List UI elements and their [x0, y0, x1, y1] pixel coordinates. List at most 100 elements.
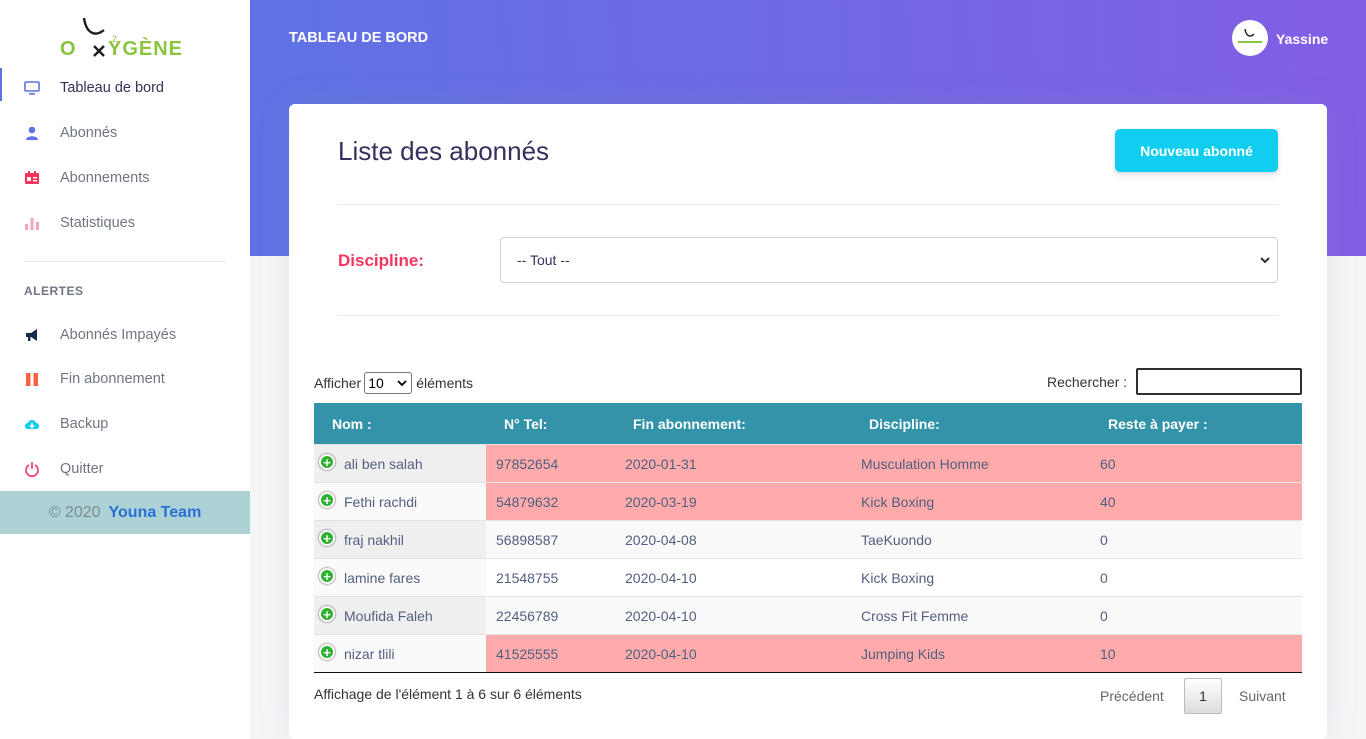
cell-tel: 22456789 — [496, 608, 559, 624]
expand-row-icon[interactable]: + — [319, 454, 335, 470]
next-page-button[interactable]: Suivant — [1239, 688, 1286, 704]
expand-row-icon[interactable]: + — [319, 606, 335, 622]
avatar-logo-icon — [1238, 28, 1262, 43]
sidebar-item-quitter[interactable]: Quitter — [0, 446, 250, 491]
sidebar-item-label: Abonnements — [60, 169, 150, 186]
cell-nom: nizar tlili — [344, 646, 395, 662]
chevron-down-icon — [397, 380, 407, 387]
monitor-icon — [24, 80, 40, 96]
team-link[interactable]: Youna Team — [109, 504, 202, 522]
sidebar-item-fin-abonnement[interactable]: Fin abonnement — [0, 356, 250, 401]
cell-fin: 2020-04-10 — [625, 608, 697, 624]
column-header-reste[interactable]: Reste à payer : — [1108, 416, 1208, 432]
sidebar-divider — [24, 261, 226, 262]
cell-tel: 97852654 — [496, 456, 559, 472]
column-header-fin[interactable]: Fin abonnement: — [633, 416, 746, 432]
column-header-nom[interactable]: Nom : — [332, 416, 372, 432]
cell-fin: 2020-04-08 — [625, 532, 697, 548]
table-row[interactable]: + Moufida Faleh 22456789 2020-04-10 Cross Fi… — [314, 596, 1302, 634]
new-subscriber-button[interactable]: Nouveau abonné — [1115, 129, 1278, 172]
show-suffix: éléments — [416, 375, 474, 391]
table-row[interactable]: + nizar tlili 41525555 2020-04-10 Jumping Ki… — [314, 634, 1302, 672]
search-input[interactable] — [1136, 368, 1302, 395]
cell-fin: 2020-03-19 — [625, 494, 697, 510]
copyright-text: © 2020 — [48, 503, 101, 521]
card-divider — [338, 204, 1278, 205]
subscribers-card: Liste des abonnés Nouveau abonné Discipl… — [289, 104, 1327, 739]
cell-discipline: Jumping Kids — [861, 646, 946, 662]
cell-tel: 54879632 — [496, 494, 559, 510]
page-length-select[interactable]: 10 — [364, 372, 413, 394]
id-card-icon — [24, 170, 40, 186]
page-title[interactable]: TABLEAU DE BORD — [289, 30, 428, 46]
sidebar-item-label: Fin abonnement — [60, 370, 165, 387]
subscribers-table: Nom : N° Tel: Fin abonnement: Discipline… — [314, 403, 1302, 673]
cell-discipline: Musculation Homme — [861, 456, 989, 472]
sidebar-item-tableau-de-bord[interactable]: Tableau de bord — [0, 65, 250, 110]
sidebar-item-abonnes-impayes[interactable]: Abonnés Impayés — [0, 312, 250, 357]
previous-page-button[interactable]: Précédent — [1100, 688, 1164, 704]
table-info: Affichage de l'élément 1 à 6 sur 6 éléme… — [314, 686, 582, 702]
page-length-value: 10 — [368, 375, 384, 391]
table-row[interactable]: + lamine fares 21548755 2020-04-10 Kick Boxi… — [314, 558, 1302, 596]
logo-graphic: O 2 YGÈNE — [60, 17, 183, 60]
sidebar: O 2 YGÈNE Tableau de bord Abonnés Abonne… — [0, 0, 250, 739]
table-row[interactable]: + ali ben salah 97852654 2020-01-31 Musculat… — [314, 444, 1302, 482]
avatar[interactable] — [1232, 20, 1268, 56]
cell-reste: 0 — [1100, 608, 1108, 624]
discipline-select-value: -- Tout -- — [517, 252, 570, 268]
show-prefix: Afficher — [314, 375, 362, 391]
cell-discipline: Kick Boxing — [861, 570, 935, 586]
cell-discipline: Kick Boxing — [861, 494, 935, 510]
megaphone-icon — [24, 327, 40, 343]
card-divider — [338, 315, 1278, 316]
discipline-select[interactable]: -- Tout -- — [500, 237, 1278, 283]
user-icon — [24, 125, 40, 141]
cell-reste: 0 — [1100, 570, 1108, 586]
column-header-discipline[interactable]: Discipline: — [869, 416, 940, 432]
column-header-tel[interactable]: N° Tel: — [504, 416, 547, 432]
cell-nom: Moufida Faleh — [344, 608, 433, 624]
expand-row-icon[interactable]: + — [319, 644, 335, 660]
cell-nom: Fethi rachdi — [344, 494, 418, 510]
sidebar-item-backup[interactable]: Backup — [0, 401, 250, 446]
expand-row-icon[interactable]: + — [319, 568, 335, 584]
table-header: Nom : N° Tel: Fin abonnement: Discipline… — [314, 403, 1302, 444]
cell-reste: 60 — [1100, 456, 1116, 472]
sidebar-item-label: Quitter — [60, 460, 104, 477]
table-row[interactable]: + fraj nakhil 56898587 2020-04-08 TaeKuondo 0 — [314, 520, 1302, 558]
expand-row-icon[interactable]: + — [319, 530, 335, 546]
cloud-download-icon — [24, 416, 40, 432]
sidebar-item-abonnements[interactable]: Abonnements — [0, 155, 250, 200]
page-1-button[interactable]: 1 — [1184, 678, 1222, 714]
sidebar-item-label: Statistiques — [60, 214, 135, 231]
alerts-heading: ALERTES — [24, 284, 84, 298]
cell-fin: 2020-01-31 — [625, 456, 697, 472]
user-name[interactable]: Yassine — [1276, 31, 1328, 47]
table-row[interactable]: + Fethi rachdi 54879632 2020-03-19 Kick Boxi… — [314, 482, 1302, 520]
cell-nom: fraj nakhil — [344, 532, 404, 548]
expand-row-icon[interactable]: + — [319, 492, 335, 508]
svg-text:YGÈNE: YGÈNE — [108, 37, 183, 58]
cell-reste: 0 — [1100, 532, 1108, 548]
cell-fin: 2020-04-10 — [625, 570, 697, 586]
cell-tel: 56898587 — [496, 532, 559, 548]
bar-chart-icon — [24, 215, 40, 231]
cell-tel: 21548755 — [496, 570, 559, 586]
copyright-bar: © 2020 Youna Team — [0, 491, 250, 534]
cell-fin: 2020-04-10 — [625, 646, 697, 662]
discipline-label: Discipline: — [338, 251, 424, 270]
pause-icon — [24, 371, 40, 387]
power-icon — [24, 461, 40, 477]
search-label: Rechercher : — [1047, 374, 1128, 390]
cell-nom: ali ben salah — [344, 456, 423, 472]
svg-text:O: O — [60, 38, 77, 58]
sidebar-item-abonnes[interactable]: Abonnés — [0, 110, 250, 155]
sidebar-item-label: Tableau de bord — [60, 79, 164, 96]
sidebar-item-label: Backup — [60, 415, 109, 432]
page-length-control: Afficher 10 éléments — [314, 372, 473, 394]
oxygene-logo[interactable]: O 2 YGÈNE — [60, 16, 196, 60]
table-body: + ali ben salah 97852654 2020-01-31 Musculat… — [314, 444, 1302, 672]
sidebar-item-label: Abonnés Impayés — [60, 326, 177, 343]
sidebar-item-statistiques[interactable]: Statistiques — [0, 200, 250, 245]
